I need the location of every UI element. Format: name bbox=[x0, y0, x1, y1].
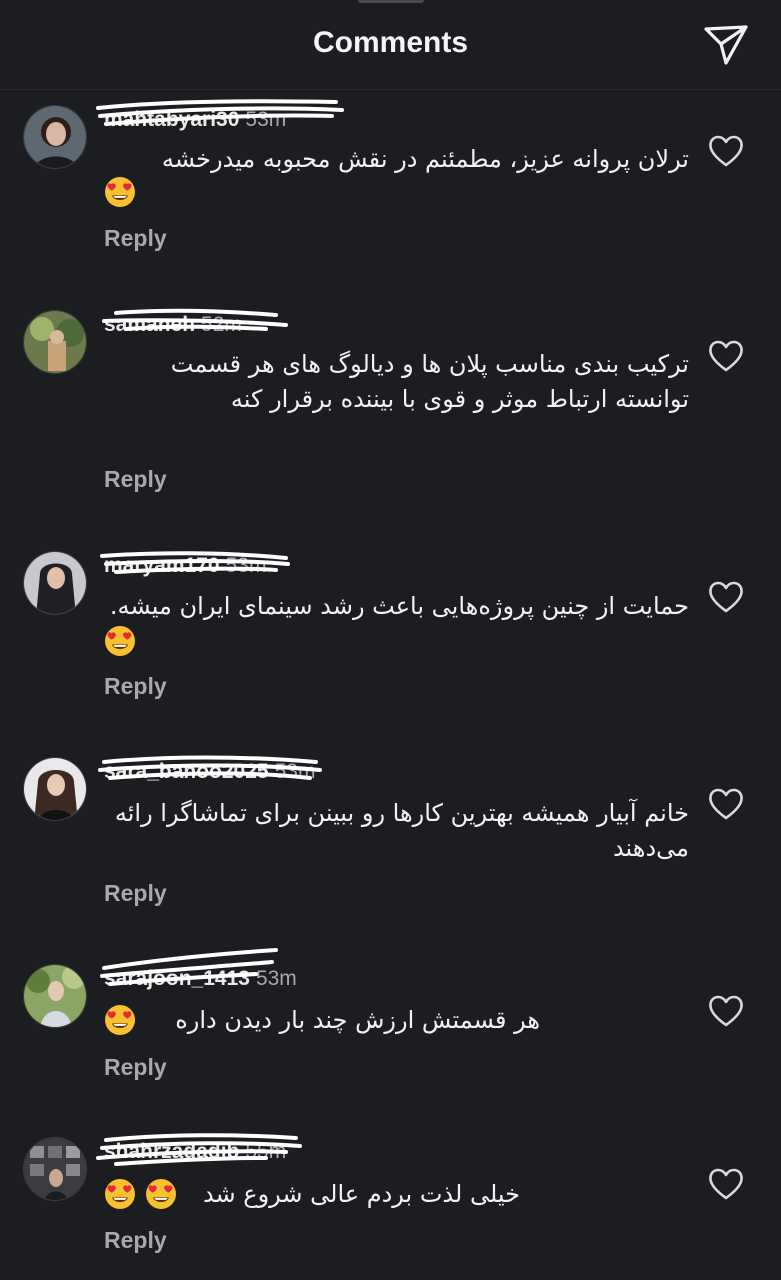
like-heart-icon[interactable] bbox=[707, 579, 745, 615]
redaction-scribble bbox=[98, 755, 322, 780]
comment-text: حمایت از چنین پروژه‌هایی باعث رشد سینمای… bbox=[109, 592, 689, 620]
redaction-scribble bbox=[100, 551, 290, 574]
comments-header: Comments bbox=[0, 0, 781, 90]
heart-eyes-emoji bbox=[104, 176, 136, 208]
like-heart-icon[interactable] bbox=[707, 1166, 745, 1202]
redaction-scribble bbox=[102, 308, 288, 331]
like-heart-icon[interactable] bbox=[707, 338, 745, 374]
comment-text: هر قسمتش ارزش چند بار دیدن داره bbox=[175, 1006, 540, 1034]
comment-emoji bbox=[104, 1178, 177, 1212]
avatar[interactable] bbox=[23, 757, 87, 821]
reply-button[interactable]: Reply bbox=[104, 673, 167, 700]
like-heart-icon[interactable] bbox=[707, 993, 745, 1029]
comment-text: ترکیب بندی مناسب پلان ها و دیالوگ های هر… bbox=[170, 350, 689, 413]
like-heart-icon[interactable] bbox=[707, 133, 745, 169]
avatar[interactable] bbox=[23, 964, 87, 1028]
comment-emoji bbox=[104, 176, 136, 210]
avatar[interactable] bbox=[23, 105, 87, 169]
comment-text: خیلی لذت بردم عالی شروع شد bbox=[202, 1180, 520, 1208]
heart-eyes-emoji bbox=[104, 625, 136, 657]
reply-button[interactable]: Reply bbox=[104, 1054, 167, 1081]
heart-eyes-emoji bbox=[104, 1178, 136, 1210]
redaction-scribble bbox=[96, 1133, 302, 1166]
send-button[interactable] bbox=[700, 20, 752, 70]
redaction-scribble bbox=[100, 948, 278, 986]
like-heart-icon[interactable] bbox=[707, 786, 745, 822]
comment-text: ترلان پروانه عزیز، مطمئنم در نقش محبوبه … bbox=[161, 145, 689, 173]
avatar[interactable] bbox=[23, 310, 87, 374]
comment-text: خانم آبیار همیشه بهترین کارها رو ببینن ب… bbox=[114, 799, 689, 862]
page-title: Comments bbox=[312, 26, 469, 59]
comment-emoji bbox=[104, 625, 136, 659]
redaction-scribble bbox=[96, 99, 344, 126]
reply-button[interactable]: Reply bbox=[104, 225, 167, 252]
avatar[interactable] bbox=[23, 1137, 87, 1201]
reply-button[interactable]: Reply bbox=[104, 880, 167, 907]
heart-eyes-emoji bbox=[104, 1004, 136, 1036]
reply-button[interactable]: Reply bbox=[104, 1227, 167, 1254]
avatar[interactable] bbox=[23, 551, 87, 615]
send-icon bbox=[704, 25, 748, 65]
reply-button[interactable]: Reply bbox=[104, 466, 167, 493]
heart-eyes-emoji bbox=[145, 1178, 177, 1210]
comment-emoji bbox=[104, 1004, 136, 1038]
